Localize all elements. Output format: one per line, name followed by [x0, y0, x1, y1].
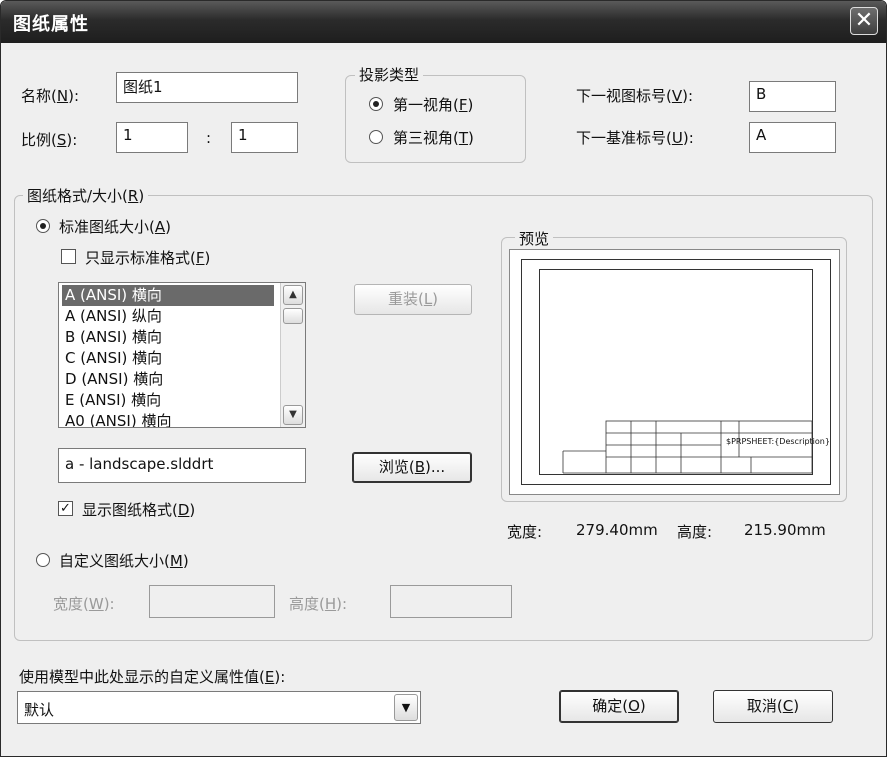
- preview-height-value: 215.90mm: [744, 521, 826, 539]
- standard-size-option[interactable]: 标准图纸大小(A): [36, 216, 236, 238]
- custom-properties-select[interactable]: 默认 ▼: [17, 691, 421, 724]
- combo-dropdown-button[interactable]: ▼: [394, 694, 418, 721]
- list-item[interactable]: C (ANSI) 横向: [62, 348, 274, 369]
- third-angle-radio[interactable]: [369, 130, 383, 144]
- check-icon: ✓: [60, 501, 71, 516]
- name-input[interactable]: 图纸1: [116, 72, 298, 103]
- display-sheet-format-option[interactable]: ✓ 显示图纸格式(D): [58, 499, 258, 521]
- dialog-title: 图纸属性: [13, 14, 89, 35]
- scroll-down-button[interactable]: ▼: [283, 405, 303, 425]
- standard-size-radio[interactable]: [36, 219, 50, 233]
- projection-type-title: 投影类型: [355, 64, 424, 85]
- display-sheet-format-checkbox[interactable]: ✓: [58, 501, 73, 516]
- scale-label: 比例(S):: [21, 131, 78, 149]
- third-angle-option[interactable]: 第三视角(T): [369, 127, 519, 149]
- next-view-label-label: 下一视图标号(V):: [576, 87, 694, 105]
- first-angle-radio[interactable]: [369, 97, 383, 111]
- preview-description-field: $PRPSHEET:{Description}: [726, 437, 830, 446]
- list-item[interactable]: E (ANSI) 横向: [62, 390, 274, 411]
- list-item[interactable]: A0 (ANSI) 横向: [62, 411, 274, 427]
- only-standard-formats-checkbox[interactable]: [61, 249, 76, 264]
- custom-width-label: 宽度(W):: [53, 595, 115, 613]
- list-scrollbar[interactable]: ▲ ▼: [280, 283, 305, 427]
- first-angle-option[interactable]: 第一视角(F): [369, 94, 519, 116]
- sheet-format-file-input[interactable]: a - landscape.slddrt: [58, 448, 306, 483]
- list-item[interactable]: A (ANSI) 纵向: [62, 306, 274, 327]
- cancel-button[interactable]: 取消(C): [713, 690, 833, 723]
- list-item[interactable]: B (ANSI) 横向: [62, 327, 274, 348]
- projection-type-group: [345, 75, 526, 163]
- list-item[interactable]: A (ANSI) 横向: [62, 285, 274, 306]
- preview-width-value: 279.40mm: [576, 521, 658, 539]
- next-datum-label-label: 下一基准标号(U):: [576, 129, 694, 147]
- preview-width-label: 宽度:: [507, 523, 543, 541]
- custom-width-input[interactable]: [149, 585, 275, 618]
- chevron-down-icon: ▼: [289, 409, 297, 420]
- close-button[interactable]: ✕: [850, 7, 878, 35]
- custom-size-option[interactable]: 自定义图纸大小(M): [36, 550, 256, 572]
- ok-button[interactable]: 确定(O): [559, 690, 679, 723]
- custom-height-label: 高度(H):: [289, 595, 348, 613]
- next-datum-label-input[interactable]: A: [749, 122, 836, 153]
- close-icon: ✕: [854, 8, 874, 33]
- custom-height-input[interactable]: [390, 585, 512, 618]
- custom-size-radio[interactable]: [36, 553, 50, 567]
- next-view-label-input[interactable]: B: [749, 81, 836, 112]
- chevron-down-icon: ▼: [401, 701, 411, 714]
- only-standard-formats-option[interactable]: 只显示标准格式(F): [61, 247, 281, 269]
- scroll-up-button[interactable]: ▲: [283, 285, 303, 305]
- scale-denominator-input[interactable]: 1: [231, 122, 298, 153]
- browse-button[interactable]: 浏览(B)...: [352, 452, 472, 483]
- preview-title: 预览: [515, 228, 554, 249]
- chevron-up-icon: ▲: [289, 289, 297, 300]
- sheet-properties-dialog: 图纸属性 ✕ 名称(N): 图纸1 比例(S): 1 : 1 投影类型 第一视角…: [0, 0, 887, 757]
- reload-button[interactable]: 重装(L): [354, 284, 472, 315]
- preview-height-label: 高度:: [677, 523, 713, 541]
- scale-separator: :: [206, 129, 212, 147]
- preview-title-block: [562, 420, 813, 474]
- custom-properties-label: 使用模型中此处显示的自定义属性值(E):: [19, 668, 286, 686]
- list-item[interactable]: D (ANSI) 横向: [62, 369, 274, 390]
- custom-properties-value: 默认: [24, 701, 55, 719]
- scroll-thumb[interactable]: [283, 308, 303, 324]
- title-bar: 图纸属性 ✕: [1, 1, 886, 43]
- sheet-size-list[interactable]: A (ANSI) 横向 A (ANSI) 纵向 B (ANSI) 横向 C (A…: [58, 282, 306, 428]
- scale-numerator-input[interactable]: 1: [116, 122, 188, 153]
- sheet-format-size-title: 图纸格式/大小(R): [23, 185, 149, 206]
- name-label: 名称(N):: [21, 87, 79, 105]
